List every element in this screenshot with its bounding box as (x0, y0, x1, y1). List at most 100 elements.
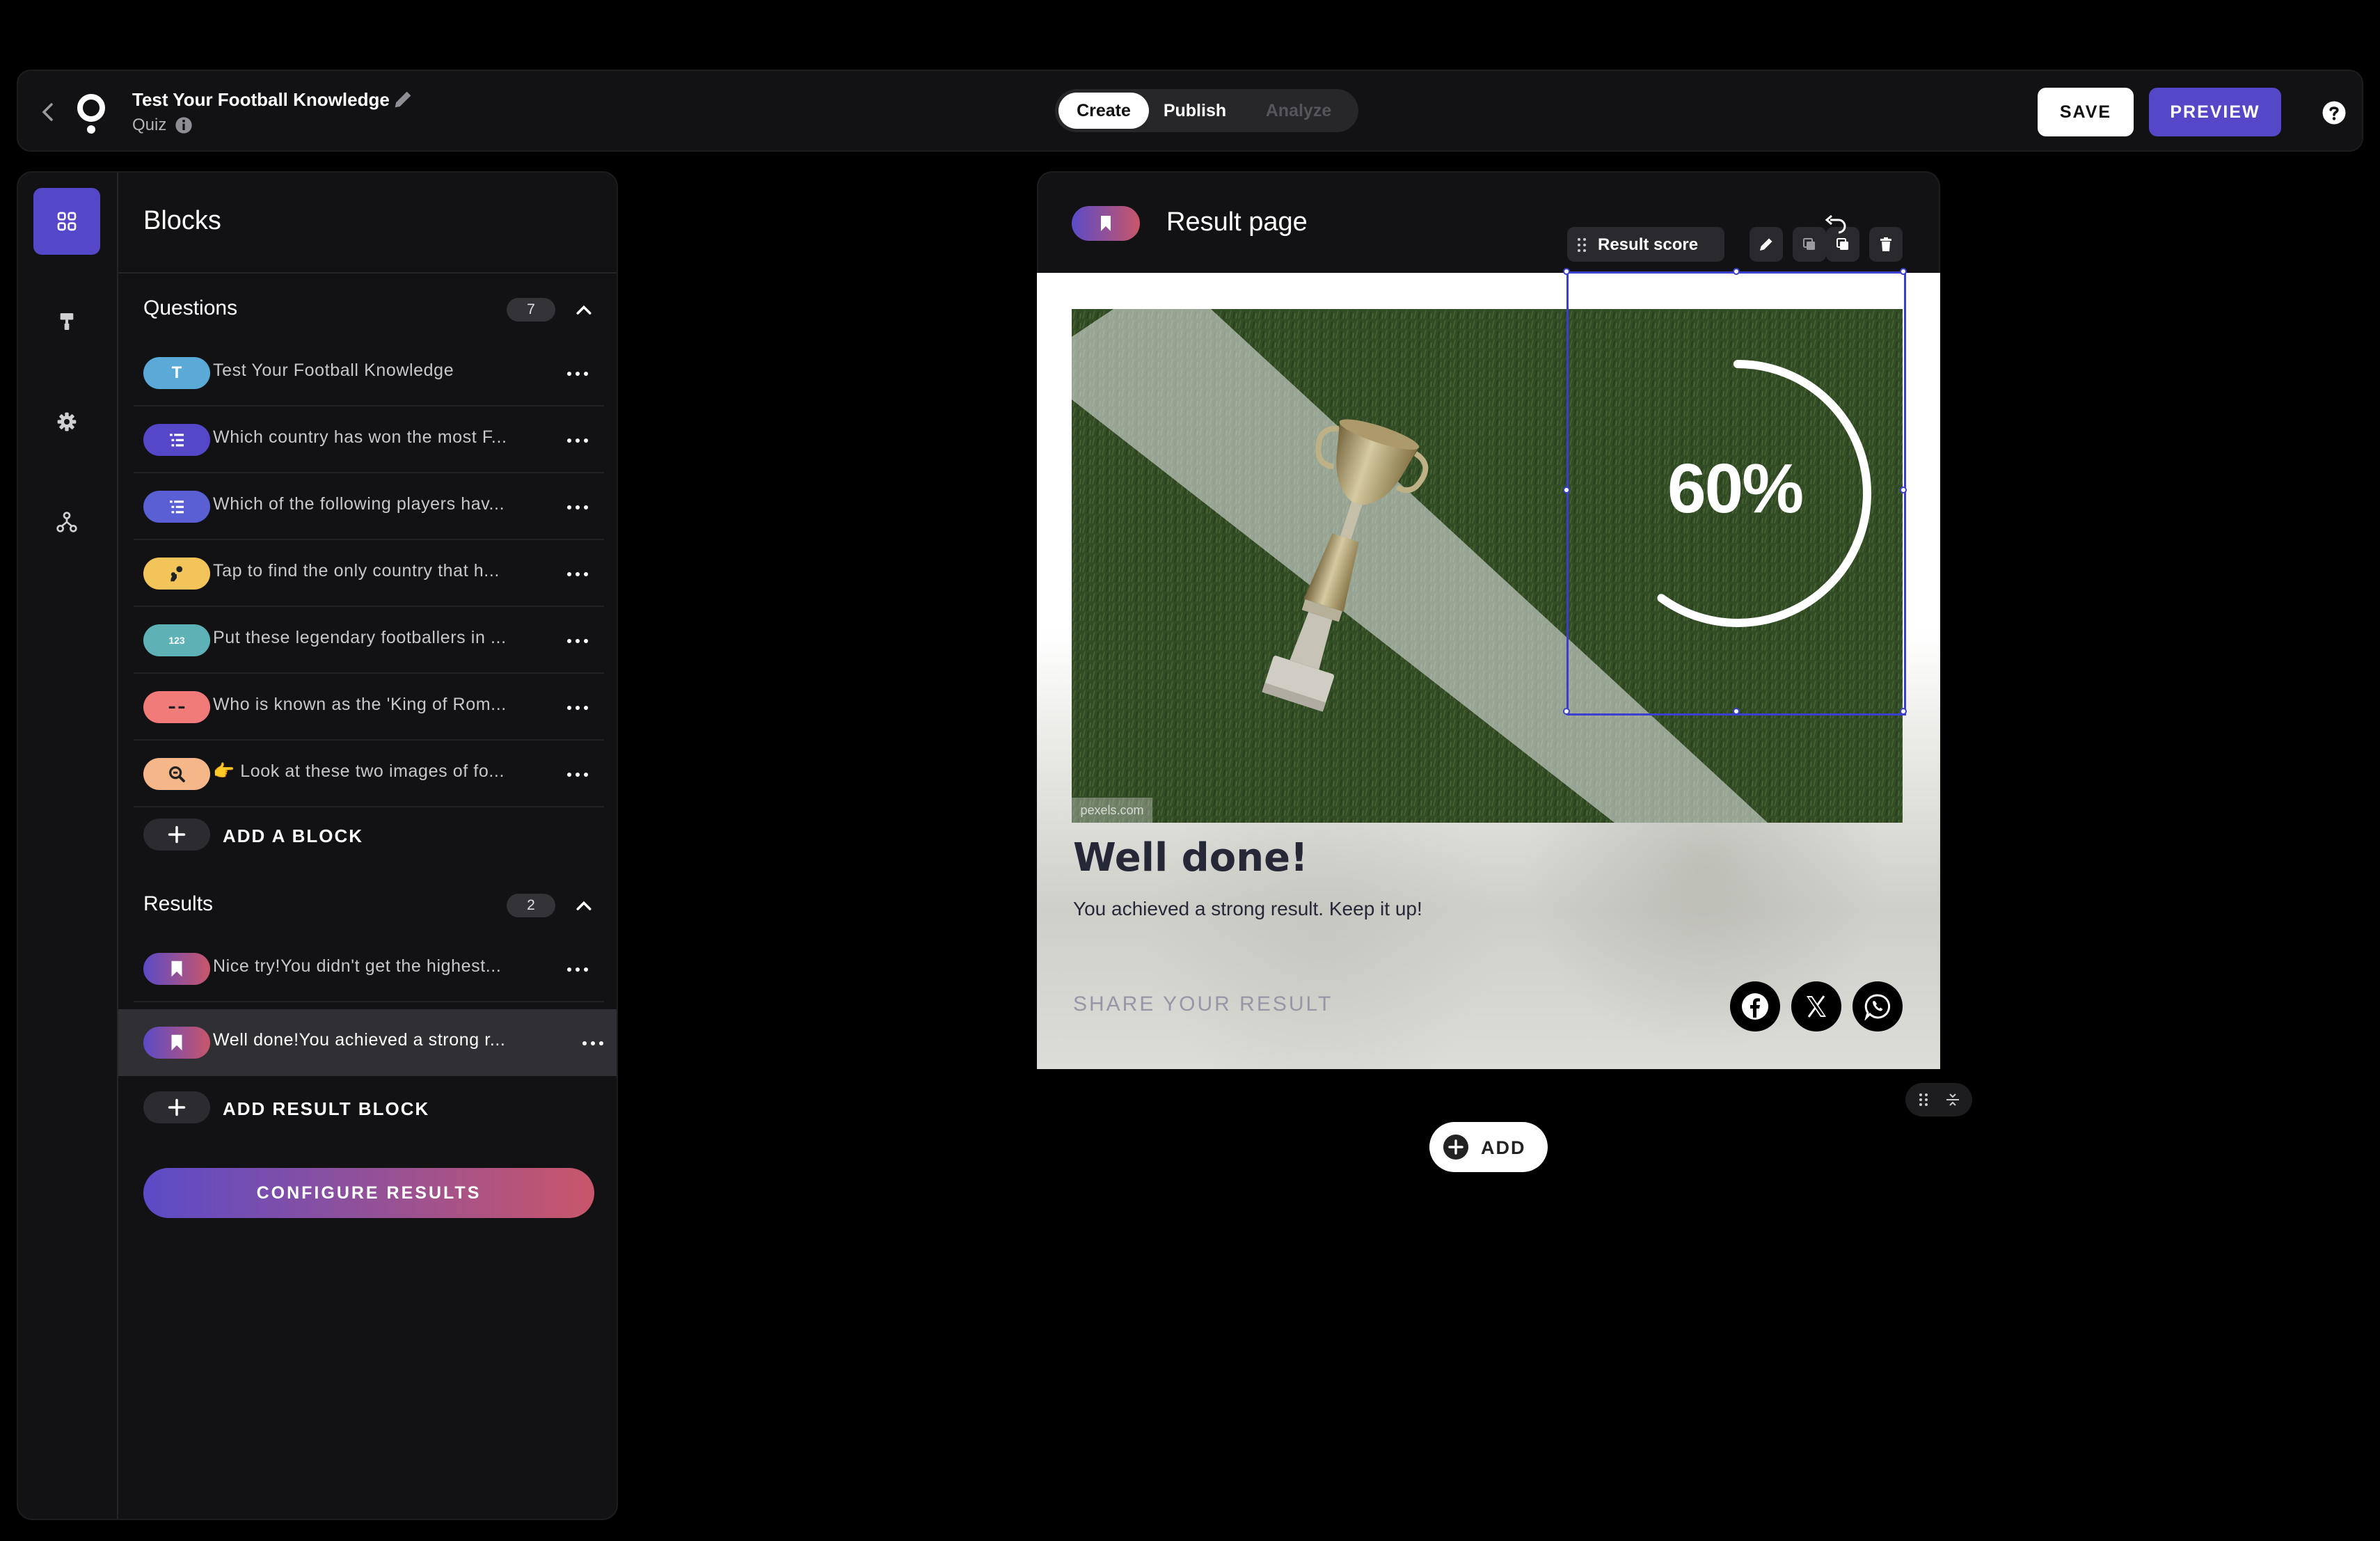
result-label: Well done!You achieved a strong r... (213, 1030, 506, 1050)
resize-handle[interactable] (1563, 708, 1570, 715)
panel-title: Blocks (143, 206, 221, 235)
question-row[interactable]: Who is known as the 'King of Rom... (134, 674, 604, 741)
chevron-up-icon[interactable] (573, 299, 594, 320)
order-icon: 123 (168, 635, 185, 646)
bookmark-icon (171, 1034, 182, 1051)
blocks-list: Blocks Questions 7 T Test Your Football … (118, 173, 617, 1519)
add-element-button[interactable]: ADD (1429, 1122, 1548, 1172)
whatsapp-icon (1864, 994, 1891, 1020)
question-label: 👉 Look at these two images of fo... (213, 761, 505, 781)
x-icon (1807, 995, 1826, 1018)
bookmark-icon (1101, 216, 1111, 231)
result-score-selection[interactable] (1563, 268, 1907, 716)
resize-handle[interactable] (1900, 708, 1907, 715)
app-logo[interactable] (74, 92, 109, 135)
result-row[interactable]: Nice try!You didn't get the highest... (134, 935, 604, 1002)
block-type-badge: T (143, 357, 210, 389)
drag-handle-icon[interactable] (1577, 237, 1587, 253)
content-type-label: Quiz (132, 116, 167, 134)
question-row[interactable]: Which country has won the most F... (134, 406, 604, 473)
side-rail (18, 173, 118, 1519)
copy-element-button[interactable] (1793, 227, 1826, 262)
add-block-button[interactable]: ADD A BLOCK (143, 810, 561, 859)
chevron-up-icon[interactable] (573, 895, 594, 916)
result-row-selected[interactable]: Well done!You achieved a strong r... (118, 1009, 617, 1076)
question-row[interactable]: Which of the following players hav... (134, 473, 604, 540)
share-facebook-button[interactable] (1730, 981, 1780, 1032)
rail-design-button[interactable] (33, 288, 100, 355)
question-label: Which country has won the most F... (213, 427, 507, 447)
bookmark-icon (171, 961, 182, 977)
rail-flow-button[interactable] (33, 489, 100, 555)
question-label: Who is known as the 'King of Rom... (213, 695, 507, 714)
layout-controls[interactable] (1905, 1083, 1972, 1116)
preview-button[interactable]: PREVIEW (2149, 88, 2281, 136)
more-options-icon[interactable] (564, 697, 592, 718)
rail-blocks-button[interactable] (33, 188, 100, 255)
more-options-icon[interactable] (579, 1033, 607, 1054)
block-type-badge: 123 (143, 624, 210, 656)
result-title[interactable]: Well done! (1073, 835, 1308, 880)
undo-icon[interactable] (1823, 214, 1848, 235)
results-count-badge: 2 (507, 894, 555, 917)
result-description[interactable]: You achieved a strong result. Keep it up… (1073, 898, 1422, 920)
more-options-icon[interactable] (564, 430, 592, 451)
configure-results-button[interactable]: CONFIGURE RESULTS (143, 1168, 594, 1218)
block-type-badge (143, 424, 210, 456)
add-result-block-button[interactable]: ADD RESULT BLOCK (143, 1083, 561, 1132)
element-toolbar[interactable]: Result score (1567, 227, 1724, 262)
help-icon[interactable] (2322, 100, 2347, 125)
image-credit: pexels.com (1072, 798, 1152, 823)
plus-circle-icon (1443, 1135, 1468, 1160)
blocks-grid-icon (57, 212, 77, 231)
more-options-icon[interactable] (564, 564, 592, 585)
resize-handle[interactable] (1900, 487, 1907, 493)
question-row[interactable]: 👉 Look at these two images of fo... (134, 741, 604, 807)
plus-icon (168, 825, 186, 844)
delete-element-button[interactable] (1869, 227, 1903, 262)
add-label: ADD (1481, 1137, 1526, 1158)
question-label: Which of the following players hav... (213, 494, 505, 514)
resize-handle[interactable] (1563, 268, 1570, 275)
info-icon[interactable] (174, 116, 193, 135)
tab-publish[interactable]: Publish (1156, 93, 1234, 129)
quiz-title[interactable]: Test Your Football Knowledge (132, 89, 390, 111)
element-type-label: Result score (1598, 235, 1699, 254)
questions-count-badge: 7 (507, 298, 555, 322)
more-options-icon[interactable] (564, 497, 592, 518)
back-chevron-icon[interactable] (39, 102, 57, 123)
question-row[interactable]: 123 Put these legendary footballers in .… (134, 607, 604, 674)
edit-element-button[interactable] (1750, 227, 1783, 262)
questions-section-header[interactable]: Questions 7 (143, 288, 596, 330)
results-section-header[interactable]: Results 2 (143, 884, 596, 926)
block-type-badge (143, 758, 210, 790)
text-block-icon: T (171, 363, 182, 382)
plus-icon (168, 1098, 186, 1116)
more-options-icon[interactable] (564, 363, 592, 384)
resize-handle[interactable] (1733, 268, 1740, 275)
block-type-badge (143, 953, 210, 985)
resize-handle[interactable] (1733, 708, 1740, 715)
more-options-icon[interactable] (564, 631, 592, 651)
tab-create[interactable]: Create (1058, 93, 1149, 129)
pencil-icon[interactable] (391, 88, 415, 111)
block-type-badge (143, 1027, 210, 1059)
resize-handle[interactable] (1563, 487, 1570, 493)
top-bar: Test Your Football Knowledge Quiz Create… (17, 70, 2363, 152)
duplicate-icon (1836, 238, 1848, 250)
result-label: Nice try!You didn't get the highest... (213, 956, 502, 976)
copy-icon (1803, 238, 1815, 250)
more-options-icon[interactable] (564, 959, 592, 980)
rail-settings-button[interactable] (33, 388, 100, 455)
question-row[interactable]: Tap to find the only country that h... (134, 540, 604, 607)
more-options-icon[interactable] (564, 764, 592, 785)
fill-blank-icon (168, 706, 185, 709)
spacing-icon[interactable] (1944, 1091, 1961, 1108)
question-row[interactable]: T Test Your Football Knowledge (134, 340, 604, 406)
save-button[interactable]: SAVE (2038, 88, 2134, 136)
trash-icon (1880, 237, 1891, 251)
resize-handle[interactable] (1900, 268, 1907, 275)
share-whatsapp-button[interactable] (1853, 981, 1903, 1032)
share-x-button[interactable] (1791, 981, 1841, 1032)
drag-handle-icon[interactable] (1915, 1091, 1932, 1108)
